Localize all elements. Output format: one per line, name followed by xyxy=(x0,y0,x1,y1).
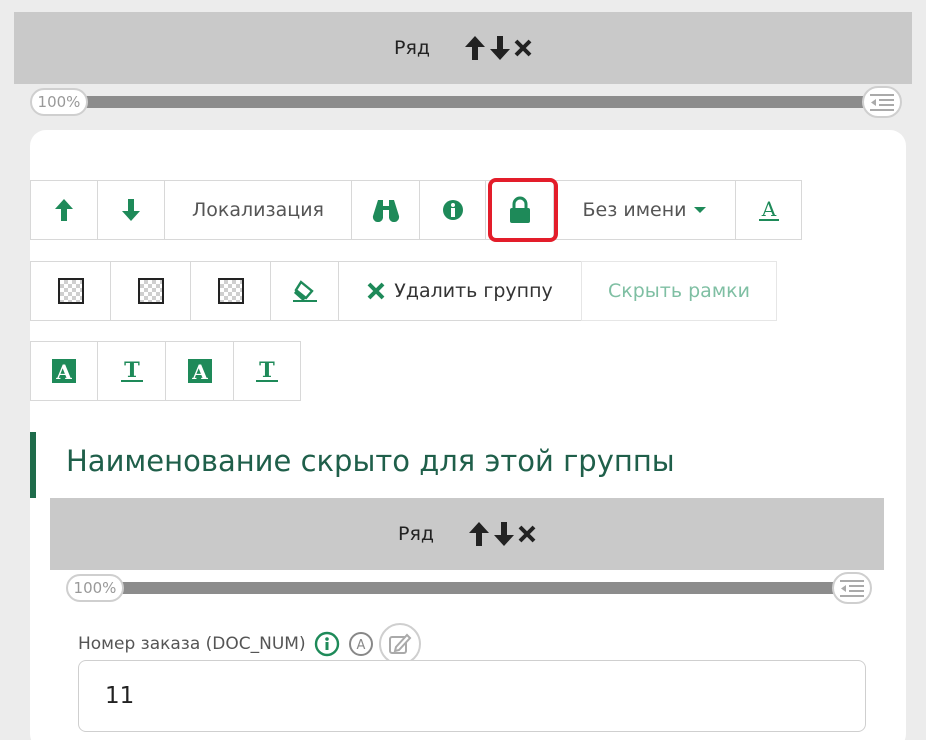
name-dropdown-label: Без имени xyxy=(582,199,687,221)
title-color-button[interactable]: T xyxy=(97,341,166,401)
lock-button[interactable] xyxy=(485,180,554,240)
inner-row-bar: Ряд xyxy=(50,498,884,570)
svg-text:A: A xyxy=(55,360,72,384)
inner-width-slider[interactable]: 100% xyxy=(66,572,872,604)
eraser-icon xyxy=(292,280,317,302)
text-color-icon: T xyxy=(120,358,143,382)
header-color-button[interactable] xyxy=(190,261,271,321)
slider-percent: 100% xyxy=(66,574,124,602)
page: Ряд 100% Локализация Без имени A Удалить… xyxy=(0,0,926,740)
slider-handle[interactable] xyxy=(832,572,872,604)
move-up-icon[interactable] xyxy=(464,35,486,61)
title-background-button[interactable]: A xyxy=(30,341,98,401)
text-style-button[interactable]: A xyxy=(735,180,802,240)
delete-group-button[interactable]: Удалить группу xyxy=(338,261,582,321)
outer-width-slider[interactable]: 100% xyxy=(30,86,902,118)
info-icon[interactable] xyxy=(314,631,340,657)
field-label: Номер заказа (DOC_NUM) xyxy=(78,634,306,654)
arrow-up-icon xyxy=(55,199,73,221)
toolbar-row-2: Удалить группу Скрыть рамки xyxy=(30,261,777,321)
svg-text:A: A xyxy=(191,360,208,384)
text-color-icon: T xyxy=(256,358,278,382)
svg-text:A: A xyxy=(356,638,365,653)
toolbar-row-1: Локализация Без имени A xyxy=(30,180,802,240)
slider-track[interactable] xyxy=(96,582,840,594)
search-button[interactable] xyxy=(351,180,420,240)
group-heading: Наименование скрыто для этой группы xyxy=(66,444,675,478)
transparent-swatch-icon xyxy=(57,278,84,304)
move-down-icon[interactable] xyxy=(493,521,515,547)
row-label: Ряд xyxy=(397,523,435,545)
remove-row-icon[interactable] xyxy=(518,525,536,543)
clear-style-button[interactable] xyxy=(270,261,339,321)
toolbar-row-3: A T A T xyxy=(30,341,301,401)
svg-text:T: T xyxy=(259,358,275,382)
move-up-icon[interactable] xyxy=(468,521,490,547)
info-button[interactable] xyxy=(419,180,486,240)
text-bg-icon: A xyxy=(52,359,76,384)
order-number-input[interactable]: 11 xyxy=(78,660,866,732)
autofill-icon[interactable]: A xyxy=(348,631,374,657)
hide-frames-button[interactable]: Скрыть рамки xyxy=(581,261,777,321)
heading-accent-bar xyxy=(30,432,36,498)
move-down-icon[interactable] xyxy=(489,35,511,61)
binoculars-icon xyxy=(372,200,399,222)
content-background-button[interactable]: A xyxy=(165,341,234,401)
text-underline-icon: A xyxy=(758,197,779,221)
slider-handle[interactable] xyxy=(862,86,902,118)
content-color-button[interactable]: T xyxy=(233,341,301,401)
move-group-up-button[interactable] xyxy=(30,180,98,240)
row-label: Ряд xyxy=(393,37,431,59)
info-icon xyxy=(442,200,463,220)
svg-text:T: T xyxy=(124,358,140,382)
remove-row-icon[interactable] xyxy=(514,39,532,57)
outdent-icon xyxy=(840,580,864,597)
close-icon xyxy=(367,282,385,300)
lock-icon xyxy=(509,196,530,223)
chevron-down-icon xyxy=(693,207,706,213)
localization-button[interactable]: Локализация xyxy=(164,180,352,240)
delete-group-label: Удалить группу xyxy=(394,280,553,302)
outdent-icon xyxy=(870,94,894,111)
text-bg-icon: A xyxy=(187,359,212,384)
slider-percent: 100% xyxy=(30,88,88,116)
transparent-swatch-icon xyxy=(137,278,164,304)
arrow-down-icon xyxy=(122,199,140,221)
background-color-button[interactable] xyxy=(30,261,111,321)
transparent-swatch-icon xyxy=(217,278,244,304)
slider-track[interactable] xyxy=(60,96,870,108)
move-group-down-button[interactable] xyxy=(97,180,165,240)
outer-row-bar: Ряд xyxy=(14,12,912,84)
name-dropdown[interactable]: Без имени xyxy=(553,180,736,240)
svg-text:A: A xyxy=(760,197,776,221)
border-color-button[interactable] xyxy=(110,261,191,321)
